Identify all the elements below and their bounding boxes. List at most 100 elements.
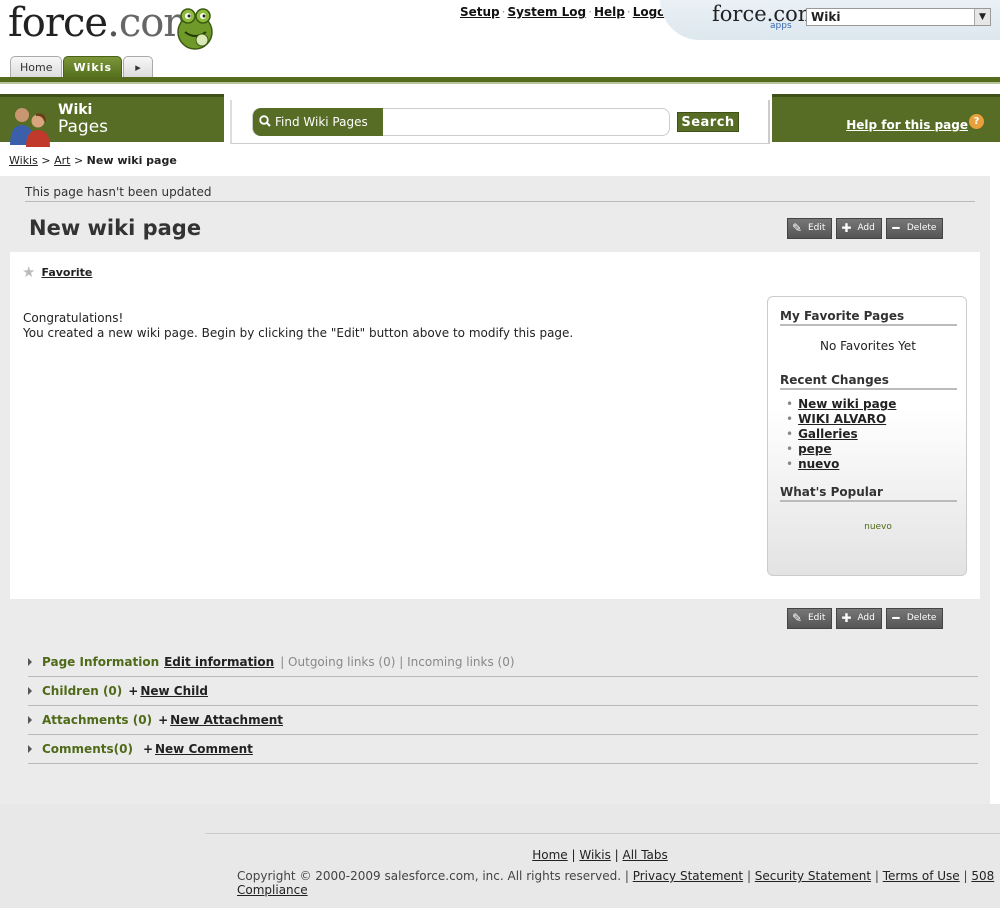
list-item: New wiki page bbox=[786, 397, 896, 412]
recent-link-galleries[interactable]: Galleries bbox=[798, 427, 858, 441]
link-separator: · bbox=[588, 5, 592, 19]
wiki-pages-title-block: Wiki Pages bbox=[0, 94, 224, 147]
add-button[interactable]: ✚ Add bbox=[836, 218, 882, 239]
wiki-header-band: Wiki Pages Find Wiki Pages Search Help f… bbox=[0, 94, 1000, 150]
content-line-1: Congratulations! bbox=[23, 311, 124, 325]
section-label: Children (0) bbox=[42, 684, 123, 698]
section-label: Comments(0) bbox=[42, 742, 133, 756]
logo-text-dot: . bbox=[107, 0, 120, 46]
breadcrumb-separator: > bbox=[41, 154, 51, 167]
recent-link-nuevo[interactable]: nuevo bbox=[798, 457, 839, 471]
expand-arrow-icon[interactable] bbox=[28, 687, 32, 695]
setup-link[interactable]: Setup bbox=[460, 5, 500, 19]
wiki-title-line2: Pages bbox=[58, 117, 109, 137]
breadcrumb-wikis[interactable]: Wikis bbox=[9, 154, 38, 167]
help-link[interactable]: Help bbox=[594, 5, 625, 19]
delete-label: Delete bbox=[906, 223, 937, 233]
frog-mascot-icon bbox=[177, 8, 213, 50]
edit-label: Edit bbox=[808, 223, 826, 233]
plus-icon: + bbox=[158, 713, 169, 727]
update-status: This page hasn't been updated bbox=[25, 185, 212, 199]
expand-arrow-icon[interactable] bbox=[28, 658, 32, 666]
delete-button[interactable]: ━ Delete bbox=[885, 218, 944, 239]
new-attachment-link[interactable]: New Attachment bbox=[170, 713, 283, 727]
wiki-sidebar: My Favorite Pages No Favorites Yet Recen… bbox=[767, 296, 967, 576]
plus-icon: ✚ bbox=[841, 221, 852, 235]
footer-links: Home | Wikis | All Tabs bbox=[532, 848, 668, 862]
section-label: Attachments (0) bbox=[42, 713, 153, 727]
find-wiki-pages-box: Find Wiki Pages bbox=[252, 108, 670, 136]
people-icon bbox=[10, 108, 50, 147]
recent-changes-heading: Recent Changes bbox=[780, 373, 957, 390]
edit-information-link[interactable]: Edit information bbox=[164, 655, 274, 669]
minus-icon: ━ bbox=[892, 221, 900, 235]
delete-button-bottom[interactable]: ━ Delete bbox=[885, 608, 944, 629]
terms-of-use-link[interactable]: Terms of Use bbox=[883, 869, 960, 883]
footer-all-tabs-link[interactable]: All Tabs bbox=[623, 848, 668, 862]
popular-tag-nuevo[interactable]: nuevo bbox=[768, 522, 988, 532]
plus-icon: + bbox=[142, 742, 153, 756]
find-label-text: Find Wiki Pages bbox=[275, 115, 368, 129]
system-log-link[interactable]: System Log bbox=[507, 5, 586, 19]
new-child-link[interactable]: New Child bbox=[140, 684, 208, 698]
app-select[interactable]: Wiki ▼ bbox=[806, 8, 991, 26]
top-action-buttons: ✎ Edit ✚ Add ━ Delete bbox=[787, 218, 944, 239]
recent-link-wiki-alvaro[interactable]: WIKI ALVARO bbox=[798, 412, 886, 426]
link-separator: · bbox=[626, 5, 631, 19]
link-separator: · bbox=[501, 5, 506, 19]
section-page-information[interactable]: Page Information Edit information | Outg… bbox=[28, 648, 978, 677]
list-item: nuevo bbox=[786, 457, 896, 472]
apps-label: apps bbox=[770, 21, 792, 31]
top-links: Setup · System Log · Help · Logout bbox=[460, 5, 680, 19]
add-button-bottom[interactable]: ✚ Add bbox=[836, 608, 882, 629]
expand-arrow-icon[interactable] bbox=[28, 716, 32, 724]
top-header: force.com Setup · System Log · Help · Logout f… bbox=[0, 0, 1000, 86]
bottom-action-buttons: ✎ Edit ✚ Add ━ Delete bbox=[787, 608, 944, 629]
star-icon[interactable]: ★ bbox=[22, 263, 35, 281]
plus-icon: ✚ bbox=[841, 611, 852, 625]
force-com-apps-logo: force.com bbox=[712, 2, 818, 26]
page-title: New wiki page bbox=[29, 216, 202, 240]
help-for-this-page-link[interactable]: Help for this page bbox=[846, 118, 968, 132]
add-label: Add bbox=[857, 223, 875, 233]
favorite-toggle[interactable]: ★ Favorite bbox=[22, 263, 92, 281]
footer-divider bbox=[205, 833, 1000, 834]
edit-button[interactable]: ✎ Edit bbox=[787, 218, 833, 239]
privacy-statement-link[interactable]: Privacy Statement bbox=[633, 869, 743, 883]
chevron-down-icon[interactable]: ▼ bbox=[974, 9, 990, 25]
edit-button-bottom[interactable]: ✎ Edit bbox=[787, 608, 833, 629]
tab-wikis[interactable]: Wikis bbox=[63, 56, 123, 77]
section-comments[interactable]: Comments(0) + New Comment bbox=[28, 735, 978, 764]
search-icon bbox=[259, 115, 271, 127]
copyright-text: Copyright © 2000-2009 salesforce.com, in… bbox=[237, 869, 629, 883]
page-content: Congratulations! You created a new wiki … bbox=[23, 311, 573, 341]
add-label: Add bbox=[857, 613, 875, 623]
content-panel: This page hasn't been updated New wiki p… bbox=[0, 176, 990, 804]
breadcrumb-art[interactable]: Art bbox=[54, 154, 70, 167]
plus-icon: + bbox=[128, 684, 139, 698]
tab-home[interactable]: Home bbox=[10, 56, 63, 77]
recent-link-new-wiki-page[interactable]: New wiki page bbox=[798, 397, 896, 411]
help-question-icon[interactable]: ? bbox=[969, 114, 984, 129]
content-line-2: You created a new wiki page. Begin by cl… bbox=[23, 326, 574, 340]
security-statement-link[interactable]: Security Statement bbox=[755, 869, 871, 883]
section-attachments[interactable]: Attachments (0) + New Attachment bbox=[28, 706, 978, 735]
footer-home-link[interactable]: Home bbox=[532, 848, 567, 862]
favorite-link[interactable]: Favorite bbox=[41, 266, 92, 279]
recent-changes-list: New wiki page WIKI ALVARO Galleries pepe… bbox=[786, 397, 896, 472]
find-wiki-pages-label: Find Wiki Pages bbox=[253, 108, 383, 136]
edit-label: Edit bbox=[808, 613, 826, 623]
logo-text-force: force bbox=[8, 0, 108, 46]
recent-link-pepe[interactable]: pepe bbox=[798, 442, 831, 456]
search-button[interactable]: Search bbox=[677, 112, 739, 132]
page-sections: Page Information Edit information | Outg… bbox=[28, 648, 978, 764]
copyright-line: Copyright © 2000-2009 salesforce.com, in… bbox=[237, 869, 995, 897]
section-children[interactable]: Children (0) + New Child bbox=[28, 677, 978, 706]
footer-wikis-link[interactable]: Wikis bbox=[579, 848, 610, 862]
more-tabs-arrow-icon[interactable]: ▸ bbox=[123, 56, 154, 77]
wiki-page-body: ★ Favorite Congratulations! You created … bbox=[10, 252, 980, 599]
tab-bar: Home Wikis ▸ bbox=[10, 56, 154, 77]
expand-arrow-icon[interactable] bbox=[28, 745, 32, 753]
new-comment-link[interactable]: New Comment bbox=[155, 742, 253, 756]
pencil-icon: ✎ bbox=[791, 221, 803, 235]
